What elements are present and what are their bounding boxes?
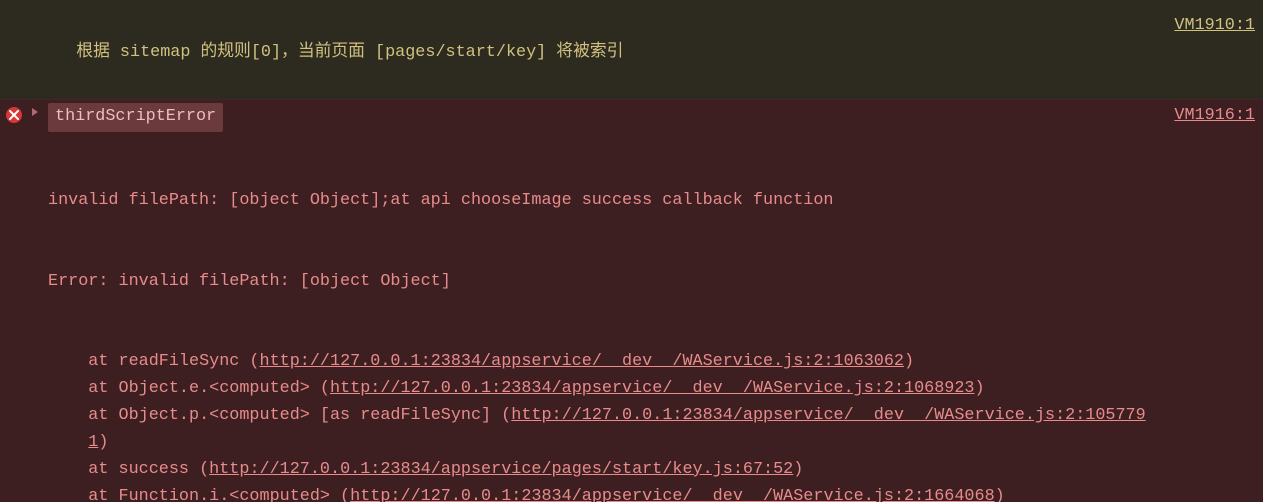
stack-frames: at readFileSync (http://127.0.0.1:23834/… [48, 349, 1162, 502]
source-link-prev[interactable]: VM1910:1 [1174, 13, 1255, 40]
error-summary: invalid filePath: [object Object];at api… [48, 188, 1162, 215]
stack-frame: at Function.i.<computed> (http://127.0.0… [48, 484, 1162, 502]
console-row-warn-fragment: VM1910:1 根据 sitemap 的规则[0]，当前页面 [pages/s… [0, 0, 1263, 99]
stack-frame-link[interactable]: http://127.0.0.1:23834/appservice/pages/… [209, 460, 793, 479]
stack-frame: at success (http://127.0.0.1:23834/appse… [48, 457, 1162, 484]
error-exception: Error: invalid filePath: [object Object] [48, 269, 1162, 296]
console-row-error: thirdScriptError invalid filePath: [obje… [0, 99, 1263, 502]
error-icon [6, 107, 22, 123]
stack-frame-link[interactable]: http://127.0.0.1:23834/appservice/__dev_… [350, 487, 995, 502]
stack-frame-link[interactable]: http://127.0.0.1:23834/appservice/__dev_… [260, 352, 905, 371]
stack-frame: at Object.p.<computed> [as readFileSync]… [48, 403, 1162, 457]
stack-frame: at Object.e.<computed> (http://127.0.0.1… [48, 376, 1162, 403]
error-source-link[interactable]: VM1916:1 [1162, 103, 1255, 130]
devtools-console: VM1910:1 根据 sitemap 的规则[0]，当前页面 [pages/s… [0, 0, 1263, 484]
warn-text-fragment: 根据 sitemap 的规则[0]，当前页面 [pages/start/key]… [76, 43, 623, 62]
error-title-badge: thirdScriptError [48, 103, 223, 133]
source-link-anchor[interactable]: VM1916:1 [1174, 106, 1255, 125]
stack-frame-link[interactable]: http://127.0.0.1:23834/appservice/__dev_… [88, 406, 1145, 452]
stack-frame-link[interactable]: http://127.0.0.1:23834/appservice/__dev_… [330, 379, 975, 398]
stack-frame: at readFileSync (http://127.0.0.1:23834/… [48, 349, 1162, 376]
error-body: thirdScriptError invalid filePath: [obje… [48, 103, 1162, 502]
error-trace: invalid filePath: [object Object];at api… [48, 132, 1162, 502]
expand-toggle[interactable] [30, 107, 42, 117]
